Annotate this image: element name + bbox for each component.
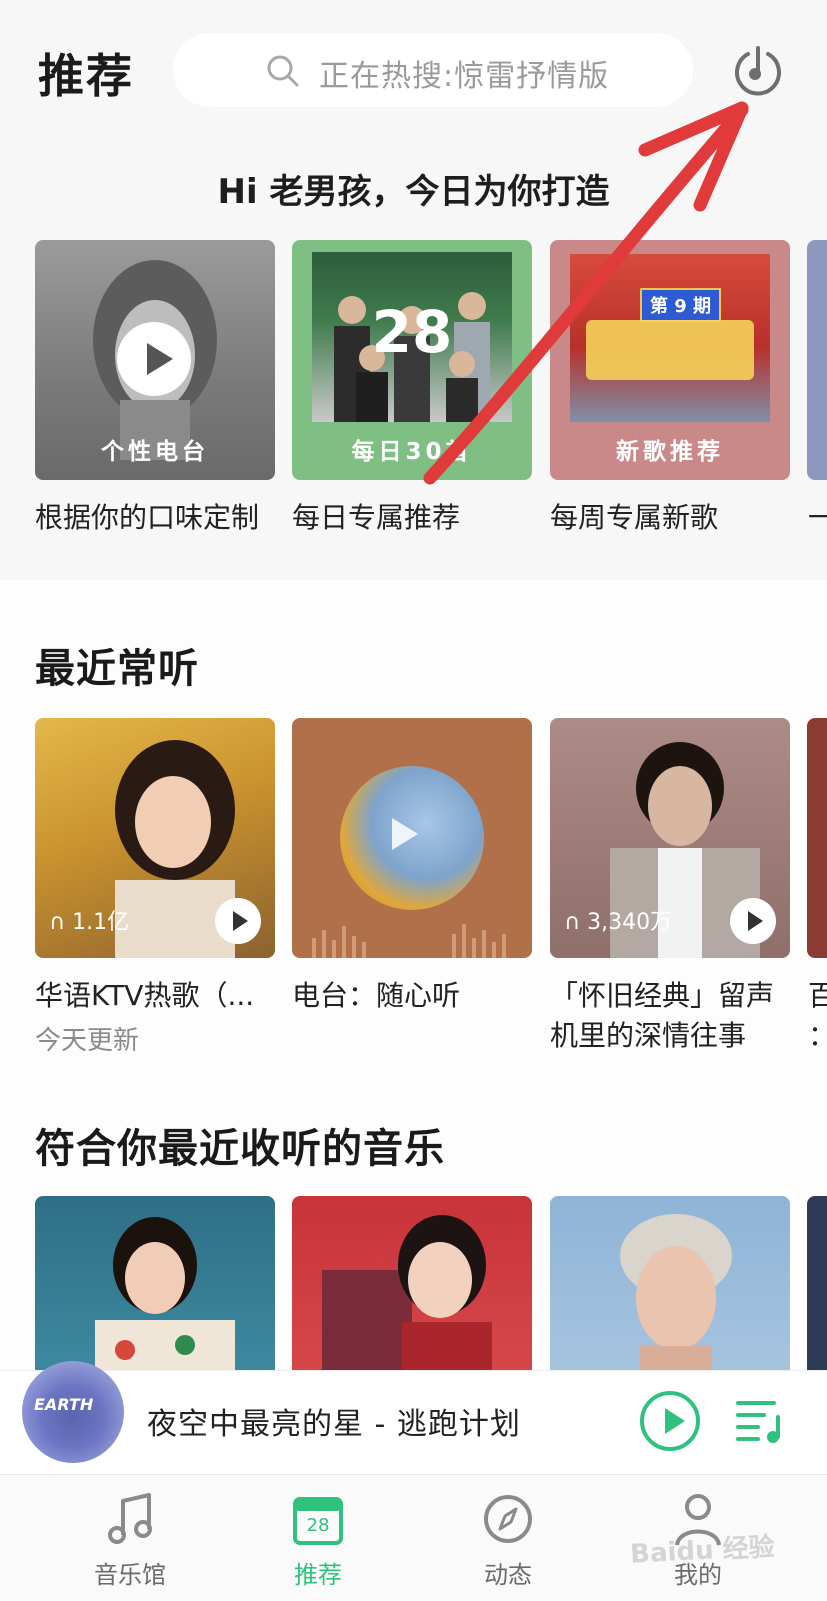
play-count: ∩ 3,340万 (564, 910, 673, 935)
playlist-card[interactable]: ∩ 3,340万 (550, 718, 790, 958)
music-note-icon (105, 1491, 155, 1547)
greeting-text: Hi 老男孩，今日为你打造 (217, 172, 610, 212)
play-button[interactable] (215, 898, 261, 944)
personal-radio-card[interactable]: 个性电台 (35, 240, 275, 480)
playlist-title: 华语KTV热歌（... (35, 979, 255, 1012)
play-button[interactable] (117, 322, 191, 396)
playlist-title-line2: ： (808, 1014, 827, 1054)
search-icon (265, 53, 301, 93)
tab-dynamics[interactable]: 动态 (428, 1475, 588, 1601)
headphones-icon: ∩ (49, 910, 66, 935)
tab-label: 推荐 (294, 1561, 342, 1589)
play-icon (392, 818, 418, 850)
song-card[interactable] (35, 1196, 275, 1376)
date-number: 28 (371, 298, 453, 366)
song-card[interactable] (292, 1196, 532, 1376)
cover-text: EARTH (34, 1395, 94, 1414)
section-title-recommended: 符合你最近收听的音乐 (35, 1126, 445, 1172)
playlist-title-line2: 机里的深情往事 (550, 1019, 747, 1052)
play-button[interactable] (730, 898, 776, 944)
card-caption: 新歌推荐 (616, 439, 724, 465)
new-songs-card[interactable]: 第 9 期 新歌推荐 (550, 240, 790, 480)
daily-30-card[interactable]: 28 每日30首 (292, 240, 532, 480)
playlist-title-line1: 「怀旧经典」留声 (550, 979, 775, 1012)
now-playing-cover[interactable]: EARTH (22, 1361, 124, 1463)
issue-badge: 第 9 期 (640, 288, 722, 322)
calendar-date: 28 (306, 1515, 330, 1536)
now-playing-title[interactable]: 夜空中最亮的星 - 逃跑计划 (147, 1399, 521, 1443)
mini-player[interactable]: EARTH 夜空中最亮的星 - 逃跑计划 (0, 1361, 827, 1475)
card-subtitle: 每日专属推荐 (292, 501, 461, 534)
compass-icon (483, 1491, 533, 1547)
radio-card[interactable] (292, 718, 532, 958)
search-placeholder: 正在热搜:惊雷抒情版 (319, 59, 610, 94)
card-caption: 个性电台 (101, 439, 209, 465)
song-card-partial[interactable] (807, 1196, 827, 1376)
playlist-queue-icon[interactable] (734, 1393, 788, 1447)
playlist-meta: 今天更新 (35, 1026, 140, 1056)
playlist-title-line1: 百 (808, 979, 827, 1012)
calendar-icon: 28 (293, 1491, 343, 1547)
card-subtitle: 一 (808, 501, 827, 534)
playlist-title: 电台：随心听 (292, 979, 461, 1012)
playlist-card[interactable]: ∩ 1.1亿 (35, 718, 275, 958)
song-card[interactable] (550, 1196, 790, 1376)
card-caption: 每日30首 (351, 439, 473, 465)
playlist-card-partial[interactable] (807, 718, 827, 958)
page-title: 推荐 (38, 49, 134, 103)
daily-card-partial[interactable] (807, 240, 827, 480)
tab-music-hall[interactable]: 音乐馆 (50, 1475, 210, 1601)
tab-label: 音乐馆 (94, 1561, 166, 1589)
music-recognition-icon[interactable] (730, 42, 786, 98)
card-subtitle: 根据你的口味定制 (35, 501, 260, 534)
watermark: Baidu 经验 (629, 1532, 776, 1570)
tab-label: 动态 (484, 1561, 532, 1589)
tab-recommend[interactable]: 28 推荐 (238, 1475, 398, 1601)
play-pause-button[interactable] (640, 1391, 700, 1451)
headphones-icon: ∩ (564, 910, 581, 935)
play-count: ∩ 1.1亿 (49, 910, 130, 935)
section-title-recent: 最近常听 (35, 646, 199, 692)
card-subtitle: 每周专属新歌 (550, 501, 719, 534)
search-input[interactable]: 正在热搜:惊雷抒情版 (173, 33, 693, 107)
